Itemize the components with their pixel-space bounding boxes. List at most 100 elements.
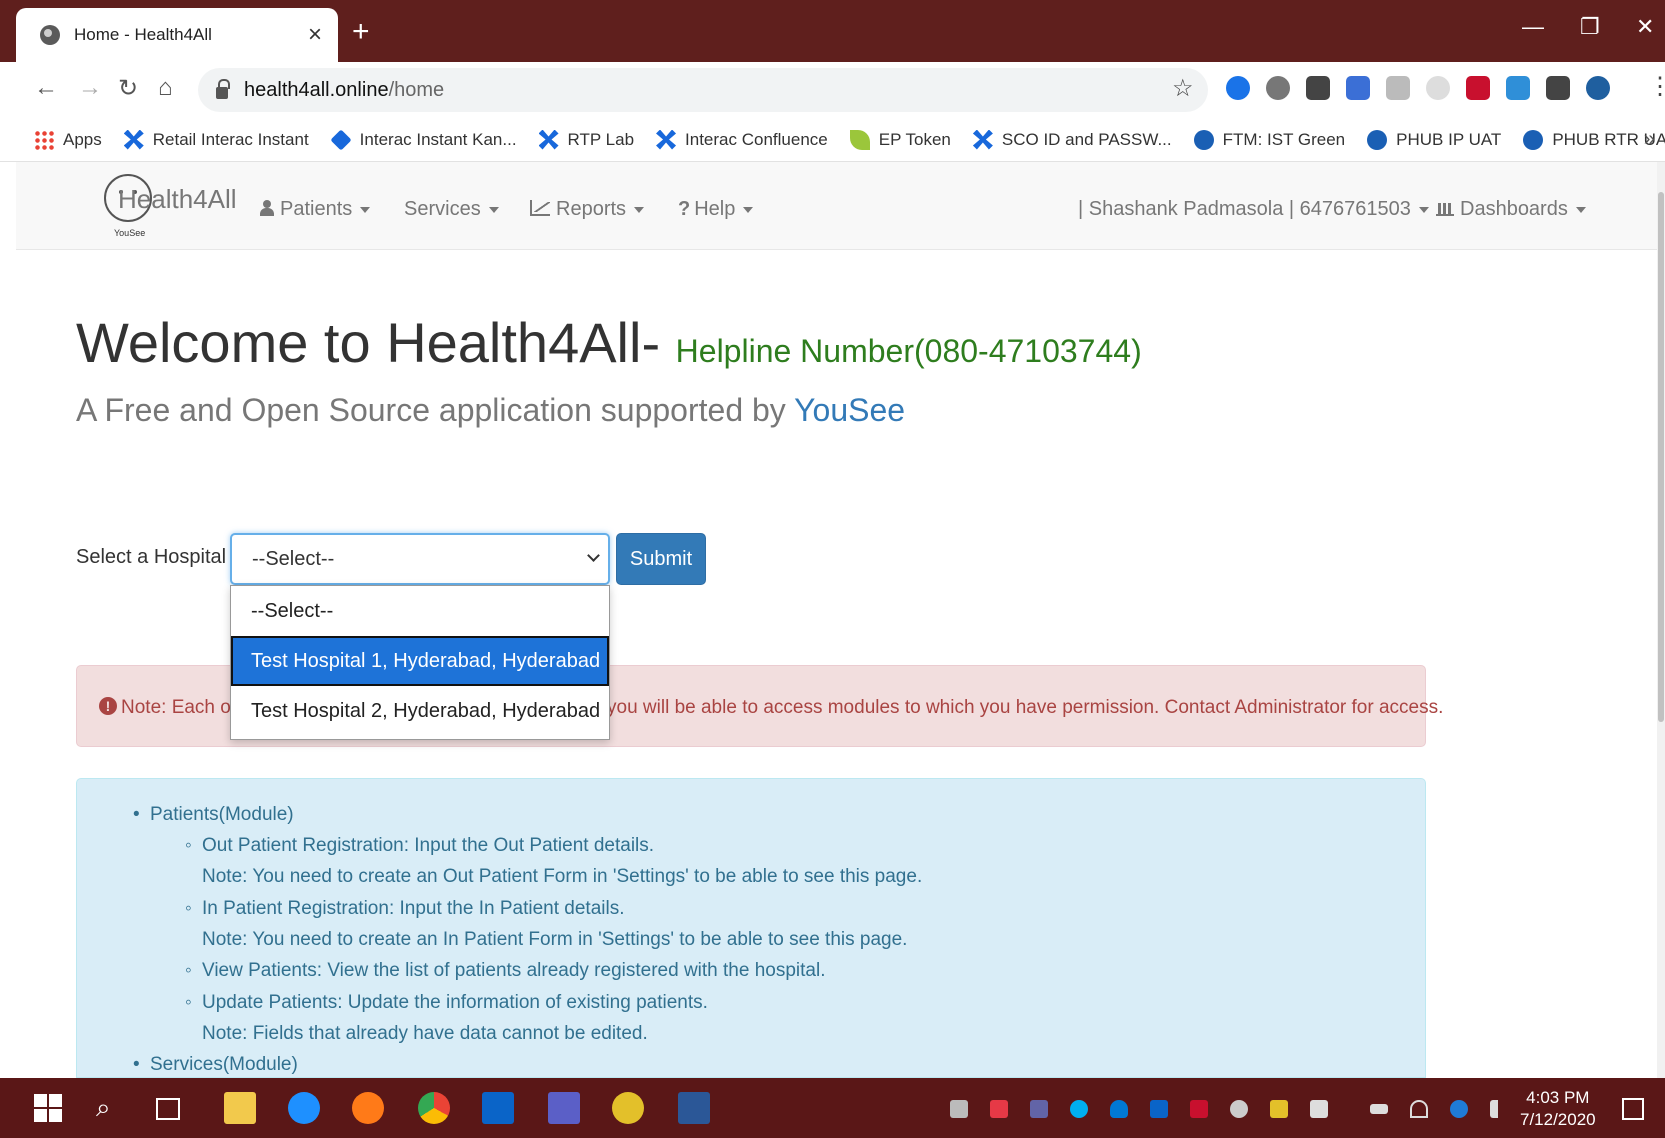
bookmark-label: Interac Confluence: [685, 129, 828, 149]
teams-tray-icon[interactable]: [1030, 1100, 1048, 1118]
bookmark-item[interactable]: PHUB IP UAT: [1367, 129, 1501, 150]
dropdown-option[interactable]: Test Hospital 2, Hyderabad, Hyderabad: [231, 686, 609, 736]
bookmark-label: EP Token: [878, 129, 951, 149]
nav-user-menu[interactable]: | Shashank Padmasola | 6476761503: [1078, 198, 1429, 221]
skype-extension-icon[interactable]: [1226, 76, 1250, 100]
app-navbar: Health4All YouSee Patients Services Repo…: [16, 162, 1665, 250]
exclamation-icon: !: [99, 697, 117, 715]
bookmark-item[interactable]: Interac Instant Kan...: [330, 128, 517, 151]
browser-menu-icon[interactable]: ⋮: [1648, 72, 1665, 101]
tray-icon[interactable]: [1230, 1100, 1248, 1118]
page-scrollbar[interactable]: [1657, 162, 1665, 1078]
yousee-link[interactable]: YouSee: [794, 392, 905, 428]
nav-reports[interactable]: Reports: [530, 198, 645, 221]
modules-info-panel: Patients(Module) Out Patient Registratio…: [76, 778, 1426, 1078]
task-view-icon[interactable]: [156, 1098, 180, 1120]
volume-icon[interactable]: [1490, 1100, 1508, 1118]
extension-icon[interactable]: [1386, 76, 1410, 100]
battery-icon[interactable]: [1370, 1104, 1388, 1114]
file-explorer-icon[interactable]: [224, 1092, 256, 1124]
question-icon: ?: [678, 198, 691, 220]
new-tab-button[interactable]: +: [352, 14, 370, 50]
wifi-icon[interactable]: [1410, 1100, 1428, 1118]
welcome-text: Welcome to Health4All-: [76, 311, 661, 374]
internet-explorer-icon[interactable]: [288, 1092, 320, 1124]
back-icon[interactable]: ←: [34, 74, 58, 102]
word-icon[interactable]: [678, 1092, 710, 1124]
list-item: Update Patients: Update the information …: [185, 992, 708, 1014]
tray-icon[interactable]: [1270, 1100, 1288, 1118]
translate-extension-icon[interactable]: [1346, 76, 1370, 100]
forward-icon[interactable]: →: [78, 74, 102, 102]
bookmarks-overflow-icon[interactable]: »: [1644, 128, 1655, 151]
caret-down-icon: [634, 206, 645, 213]
outlook-icon[interactable]: [482, 1092, 514, 1124]
dropdown-option-selected[interactable]: Test Hospital 1, Hyderabad, Hyderabad: [231, 636, 609, 686]
bookmark-apps[interactable]: Apps: [34, 129, 102, 150]
tray-icon[interactable]: [990, 1100, 1008, 1118]
puzzle-extensions-icon[interactable]: [1546, 76, 1570, 100]
nav-label: Reports: [556, 198, 627, 220]
nav-patients[interactable]: Patients: [260, 198, 371, 221]
search-icon[interactable]: ⌕: [96, 1092, 128, 1124]
mcafee-tray-icon[interactable]: [1190, 1100, 1208, 1118]
circle-extension-icon[interactable]: [1266, 76, 1290, 100]
browser-tab[interactable]: Home - Health4All ×: [16, 8, 338, 62]
reload-icon[interactable]: ↻: [118, 74, 138, 103]
bank-icon: [1193, 129, 1214, 150]
minimize-icon[interactable]: —: [1522, 14, 1544, 40]
bookmark-label: FTM: IST Green: [1222, 129, 1346, 149]
chrome-icon[interactable]: [418, 1092, 450, 1124]
tab-title: Home - Health4All: [74, 25, 212, 44]
nav-services[interactable]: Services: [404, 198, 499, 221]
tray-icon[interactable]: [950, 1100, 968, 1118]
nav-dashboards[interactable]: Dashboards: [1436, 198, 1586, 221]
qr-extension-icon[interactable]: [1306, 76, 1330, 100]
bookmark-label: Retail Interac Instant: [152, 129, 309, 149]
mcafee-extension-icon[interactable]: [1466, 76, 1490, 100]
teams-icon[interactable]: [548, 1092, 580, 1124]
bookmark-item[interactable]: FTM: IST Green: [1193, 129, 1346, 150]
bookmark-item[interactable]: RTP Lab: [538, 129, 634, 150]
extension-icon[interactable]: [1506, 76, 1530, 100]
caret-down-icon: [488, 206, 499, 213]
bank-icon: [1523, 129, 1544, 150]
firefox-icon[interactable]: [352, 1092, 384, 1124]
close-tab-icon[interactable]: ×: [308, 21, 322, 49]
confluence-icon: [123, 129, 144, 150]
clock-time: 4:03 PM: [1526, 1088, 1590, 1107]
lock-icon: [216, 79, 230, 99]
brand-logo[interactable]: Health4All YouSee: [104, 172, 244, 242]
list-item-note: Note: You need to create an In Patient F…: [202, 929, 908, 950]
close-window-icon[interactable]: ✕: [1636, 14, 1654, 40]
home-icon[interactable]: ⌂: [158, 74, 173, 102]
scrollbar-thumb[interactable]: [1658, 192, 1664, 722]
dropdown-option[interactable]: --Select--: [231, 586, 609, 636]
list-item: View Patients: View the list of patients…: [185, 960, 825, 982]
nav-help[interactable]: ? Help: [678, 198, 754, 221]
bank-icon: [1367, 129, 1388, 150]
submit-button[interactable]: Submit: [616, 533, 706, 585]
bookmark-label: Apps: [63, 129, 102, 149]
skype-tray-icon[interactable]: [1070, 1100, 1088, 1118]
onedrive-icon[interactable]: [1110, 1100, 1128, 1118]
hospital-select[interactable]: --Select--: [230, 533, 610, 585]
chevron-down-icon: [587, 549, 600, 562]
bookmark-star-icon[interactable]: ☆: [1172, 74, 1194, 103]
grammarly-extension-icon[interactable]: [1426, 76, 1450, 100]
system-clock[interactable]: 4:03 PM 7/12/2020: [1520, 1088, 1596, 1132]
display-icon[interactable]: [1310, 1100, 1328, 1118]
bookmark-item[interactable]: EP Token: [849, 129, 951, 150]
bookmark-item[interactable]: SCO ID and PASSW...: [972, 129, 1172, 150]
windows-start-icon[interactable]: [34, 1094, 62, 1122]
address-bar[interactable]: health4all.online/home: [198, 68, 1208, 112]
caret-down-icon: [743, 206, 754, 213]
bookmark-item[interactable]: Interac Confluence: [656, 129, 828, 150]
profile-avatar-icon[interactable]: [1586, 76, 1610, 100]
outlook-tray-icon[interactable]: [1150, 1100, 1168, 1118]
notifications-icon[interactable]: [1622, 1098, 1644, 1120]
restore-icon[interactable]: ❐: [1580, 14, 1600, 40]
bookmark-item[interactable]: Retail Interac Instant: [123, 129, 309, 150]
bluetooth-icon[interactable]: [1450, 1100, 1468, 1118]
app-icon[interactable]: [612, 1092, 644, 1124]
